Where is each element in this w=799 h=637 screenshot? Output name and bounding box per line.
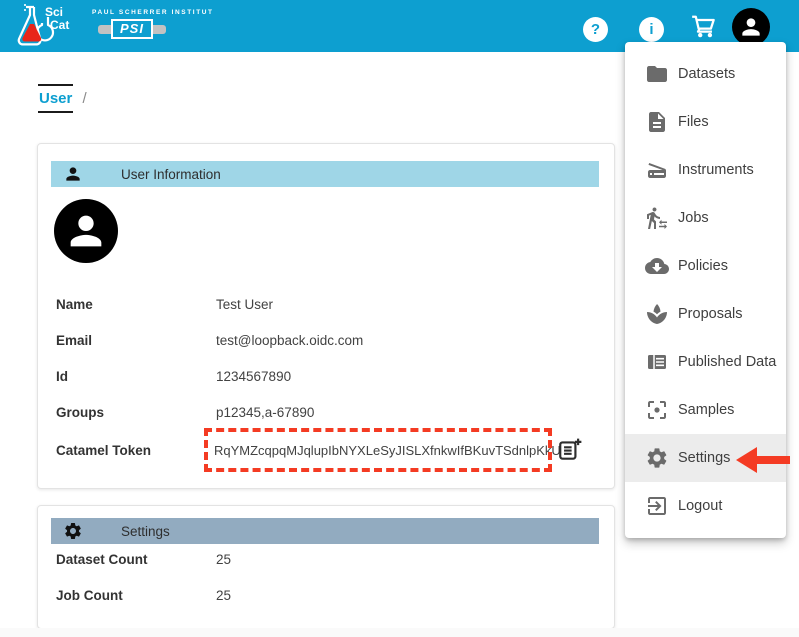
menu-item-jobs[interactable]: Jobs	[625, 194, 786, 242]
info-icon[interactable]: i	[639, 17, 664, 42]
copy-token-icon[interactable]	[557, 437, 583, 463]
field-value: test@loopback.oidc.com	[216, 333, 363, 348]
user-avatar-button[interactable]	[732, 8, 770, 46]
info-glyph: i	[649, 21, 653, 38]
scanner-icon	[645, 158, 669, 182]
reader-icon	[645, 350, 669, 374]
breadcrumb: User /	[38, 84, 87, 113]
field-row-name: Name Test User	[38, 295, 614, 313]
psi-caption-label: PAUL SCHERRER INSTITUT	[92, 9, 202, 16]
help-glyph: ?	[591, 21, 600, 38]
menu-item-label: Policies	[678, 258, 728, 274]
person-icon	[738, 14, 764, 40]
menu-item-label: Settings	[678, 450, 730, 466]
file-icon	[645, 110, 669, 134]
settings-card: Settings Dataset Count 25 Job Count 25	[37, 505, 615, 629]
catamel-token-value: RqYMZcqpqMJqlupIbNYXLeSyJISLXfnkwIfBKuvT…	[214, 443, 561, 458]
scicat-logo-icon[interactable]: Sci Cat	[12, 3, 74, 49]
field-label: Email	[56, 333, 92, 348]
gear-icon	[645, 446, 669, 470]
svg-text:Cat: Cat	[50, 18, 69, 32]
field-row-catamel-token: Catamel Token RqYMZcqpqMJqlupIbNYXLeSyJI…	[38, 441, 614, 459]
field-value: p12345,a-67890	[216, 405, 314, 420]
field-label: Job Count	[56, 588, 123, 603]
field-value: 1234567890	[216, 369, 291, 384]
person-icon	[63, 208, 109, 254]
spa-icon	[645, 302, 669, 326]
user-information-header: User Information	[51, 161, 599, 187]
menu-item-label: Instruments	[678, 162, 754, 178]
profile-avatar	[54, 199, 118, 263]
menu-item-datasets[interactable]: Datasets	[625, 50, 786, 98]
field-value: Test User	[216, 297, 273, 312]
menu-item-label: Published Data	[678, 354, 776, 370]
psi-logo[interactable]: PAUL SCHERRER INSTITUT PSI	[92, 9, 202, 39]
annotation-arrow	[736, 447, 792, 473]
menu-item-label: Proposals	[678, 306, 742, 322]
svg-text:Sci: Sci	[45, 5, 63, 19]
field-value: 25	[216, 588, 231, 603]
field-row-dataset-count: Dataset Count 25	[38, 550, 614, 568]
field-row-email: Email test@loopback.oidc.com	[38, 331, 614, 349]
menu-item-label: Files	[678, 114, 709, 130]
field-label: Dataset Count	[56, 552, 148, 567]
field-label: Catamel Token	[56, 443, 151, 458]
person-walk-icon	[645, 206, 669, 230]
psi-wordmark: PSI	[111, 19, 153, 39]
field-label: Id	[56, 369, 68, 384]
menu-item-label: Logout	[678, 498, 722, 514]
menu-item-proposals[interactable]: Proposals	[625, 290, 786, 338]
breadcrumb-separator: /	[83, 90, 87, 107]
person-icon	[63, 164, 83, 184]
help-icon[interactable]: ?	[583, 17, 608, 42]
user-information-card: User Information Name Test User Email te…	[37, 143, 615, 489]
menu-item-label: Datasets	[678, 66, 735, 82]
annotation-arrow-shaft	[756, 456, 790, 464]
card-title: User Information	[121, 167, 221, 182]
gear-icon	[63, 521, 83, 541]
breadcrumb-user-link[interactable]: User	[38, 84, 73, 113]
field-label: Name	[56, 297, 93, 312]
card-title: Settings	[121, 524, 170, 539]
field-row-id: Id 1234567890	[38, 367, 614, 385]
field-value: 25	[216, 552, 231, 567]
logout-icon	[645, 494, 669, 518]
menu-item-files[interactable]: Files	[625, 98, 786, 146]
field-label: Groups	[56, 405, 104, 420]
menu-item-published-data[interactable]: Published Data	[625, 338, 786, 386]
page-bottom-strip	[0, 628, 799, 637]
annotation-arrow-head	[736, 447, 757, 473]
menu-item-instruments[interactable]: Instruments	[625, 146, 786, 194]
menu-item-policies[interactable]: Policies	[625, 242, 786, 290]
cart-icon[interactable]	[690, 13, 718, 41]
field-row-groups: Groups p12345,a-67890	[38, 403, 614, 421]
menu-item-logout[interactable]: Logout	[625, 482, 786, 530]
focus-icon	[645, 398, 669, 422]
menu-item-samples[interactable]: Samples	[625, 386, 786, 434]
menu-item-label: Jobs	[678, 210, 709, 226]
menu-item-label: Samples	[678, 402, 734, 418]
folder-icon	[645, 62, 669, 86]
psi-logo-row: PSI	[98, 19, 202, 39]
settings-card-header: Settings	[51, 518, 599, 544]
field-row-job-count: Job Count 25	[38, 586, 614, 604]
cloud-download-icon	[645, 254, 669, 278]
